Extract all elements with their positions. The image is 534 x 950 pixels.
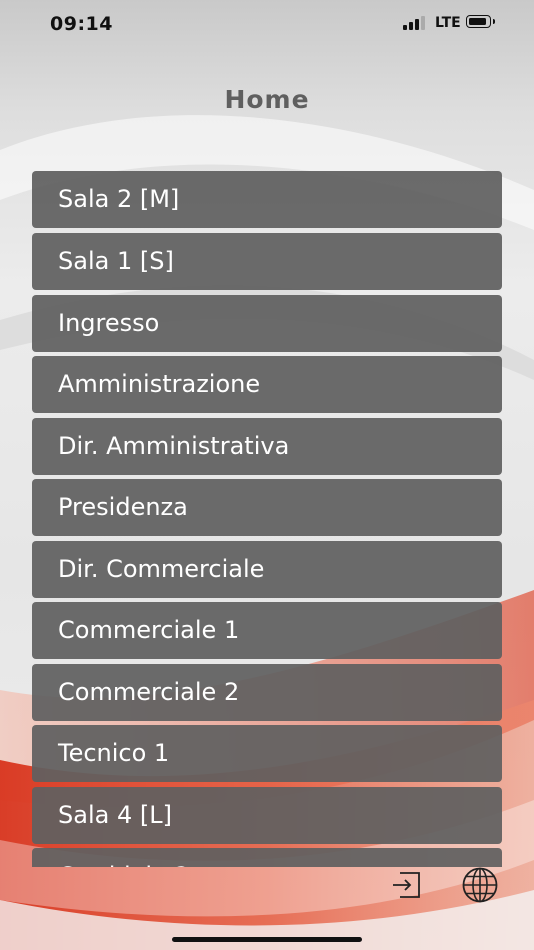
room-item[interactable]: Presidenza xyxy=(32,479,502,536)
logout-button[interactable] xyxy=(390,868,424,902)
page-title: Home xyxy=(224,85,310,114)
network-type: LTE xyxy=(435,15,461,31)
logout-icon xyxy=(393,872,420,898)
room-item[interactable]: Sala 2 [M] xyxy=(32,171,502,228)
room-list[interactable]: Sala 2 [M] Sala 1 [S] Ingresso Amministr… xyxy=(32,171,502,867)
signal-strength-icon xyxy=(403,16,429,30)
room-item[interactable]: Ingresso xyxy=(32,295,502,352)
room-item[interactable]: Commerciale 1 xyxy=(32,602,502,659)
room-item[interactable]: Corridoio 2 xyxy=(32,848,502,867)
room-item[interactable]: Sala 4 [L] xyxy=(32,787,502,844)
room-item[interactable]: Amministrazione xyxy=(32,356,502,413)
room-item[interactable]: Sala 1 [S] xyxy=(32,233,502,290)
battery-icon xyxy=(466,15,495,28)
room-item[interactable]: Dir. Commerciale xyxy=(32,541,502,598)
language-button[interactable] xyxy=(461,866,499,904)
room-item[interactable]: Dir. Amministrativa xyxy=(32,418,502,475)
status-time: 09:14 xyxy=(50,13,113,35)
globe-icon xyxy=(462,867,498,903)
home-indicator[interactable] xyxy=(172,937,362,942)
status-bar: 09:14 LTE xyxy=(0,0,534,50)
room-item[interactable]: Commerciale 2 xyxy=(32,664,502,721)
room-item[interactable]: Tecnico 1 xyxy=(32,725,502,782)
